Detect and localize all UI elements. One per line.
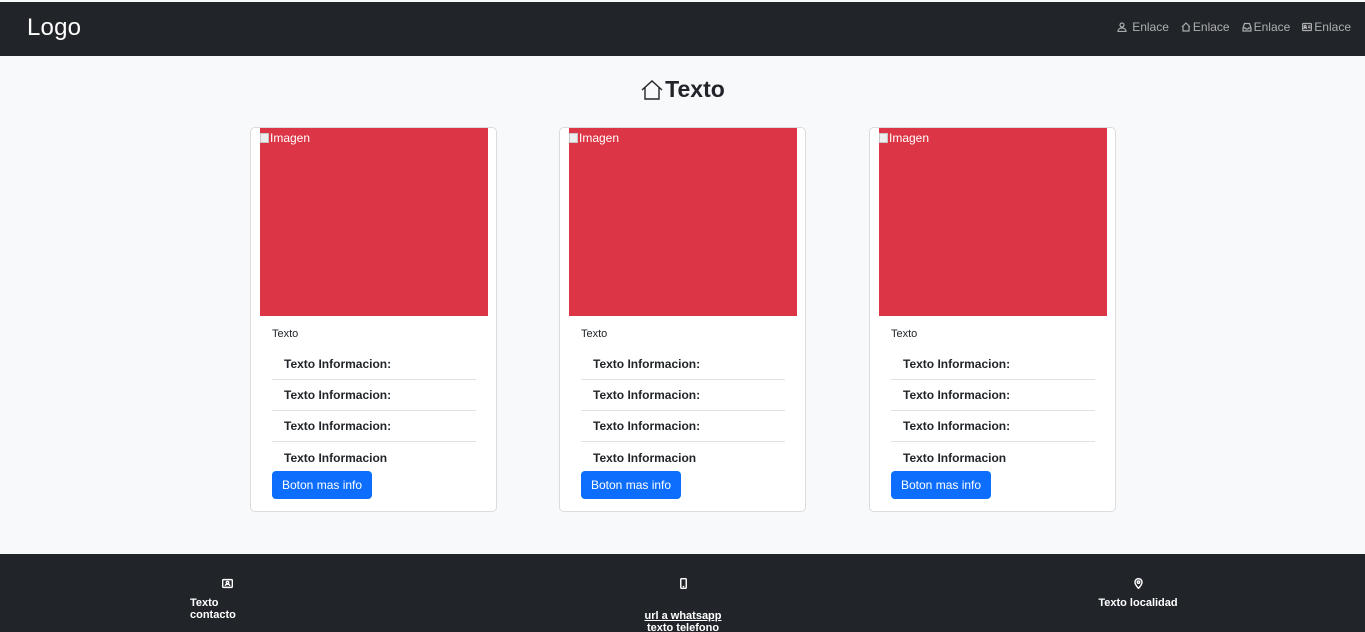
info-list: Texto Informacion: Texto Informacion: Te… [272, 349, 476, 473]
image-alt-text: Imagen [579, 131, 620, 145]
footer-phone: url a whatsapp texto telefono [633, 578, 733, 632]
nav-link-label: Enlace [1314, 20, 1351, 34]
list-item: Texto Informacion [903, 450, 1007, 465]
card-image-placeholder: Imagen [569, 128, 797, 316]
nav-link-label: Enlace [1253, 20, 1291, 34]
nav-link-home[interactable]: Enlace [1181, 20, 1230, 34]
whatsapp-link[interactable]: url a whatsapp [644, 611, 721, 622]
contact-card-icon [1302, 22, 1313, 32]
phone-icon [679, 578, 687, 589]
footer: Texto contacto url a whatsapp texto tele… [0, 554, 1365, 632]
list-item: Texto Informacion: [581, 380, 785, 411]
list-item: Texto Informacion: [272, 349, 476, 380]
home-icon [1181, 22, 1191, 32]
nav-link-inbox[interactable]: Enlace [1241, 20, 1291, 34]
list-item: Texto Informacion: [272, 411, 476, 442]
nav-link-label: Enlace [1192, 20, 1230, 34]
person-icon [1117, 22, 1127, 32]
home-icon [641, 79, 663, 100]
list-item: Texto Informacion: [581, 411, 785, 442]
list-item: Texto Informacion: [891, 349, 1095, 380]
list-item: Texto Informacion: [272, 380, 476, 411]
footer-location: Texto localidad [1098, 578, 1178, 609]
nav-link-label: Enlace [1132, 20, 1169, 34]
card-text: Texto [272, 328, 299, 340]
more-info-button[interactable]: Boton mas info [581, 471, 682, 499]
info-card: Imagen Texto Texto Informacion: Texto In… [250, 127, 497, 512]
card-text: Texto [891, 328, 918, 340]
list-item: Texto Informacion [284, 450, 388, 465]
phone-link[interactable]: texto telefono [647, 623, 719, 632]
image-alt-text: Imagen [270, 131, 311, 145]
card-image-placeholder: Imagen [879, 128, 1107, 316]
image-alt-text: Imagen [889, 131, 930, 145]
nav-link-contact[interactable]: Enlace [1302, 20, 1351, 34]
footer-contact-label: Texto contacto [190, 597, 236, 621]
inbox-icon [1241, 22, 1252, 32]
more-info-button[interactable]: Boton mas info [272, 471, 373, 499]
card-image-placeholder: Imagen [260, 128, 488, 316]
footer-location-label: Texto localidad [1098, 597, 1178, 609]
info-card: Imagen Texto Texto Informacion: Texto In… [869, 127, 1116, 512]
list-item: Texto Informacion: [891, 380, 1095, 411]
list-item: Texto Informacion: [891, 411, 1095, 442]
list-item: Texto Informacion: [581, 349, 785, 380]
card-text: Texto [581, 328, 608, 340]
nav-link-profile[interactable]: Enlace [1117, 20, 1169, 34]
broken-image-icon: Imagen [879, 131, 929, 145]
broken-image-icon: Imagen [260, 131, 310, 145]
info-list: Texto Informacion: Texto Informacion: Te… [581, 349, 785, 473]
page-title: Texto [0, 76, 1365, 103]
nav-links: Enlace Enlace Enlace Enlace [1117, 20, 1351, 34]
broken-image-icon: Imagen [569, 131, 619, 145]
page-title-text: Texto [665, 76, 725, 102]
location-pin-icon [1133, 578, 1143, 589]
top-navbar: Logo Enlace Enlace Enlace Enlace [0, 2, 1365, 56]
more-info-button[interactable]: Boton mas info [891, 471, 992, 499]
logo[interactable]: Logo [27, 14, 81, 42]
footer-contact: Texto contacto [190, 578, 265, 621]
info-list: Texto Informacion: Texto Informacion: Te… [891, 349, 1095, 473]
info-card: Imagen Texto Texto Informacion: Texto In… [559, 127, 806, 512]
list-item: Texto Informacion [593, 450, 697, 465]
contact-card-icon [222, 578, 233, 589]
